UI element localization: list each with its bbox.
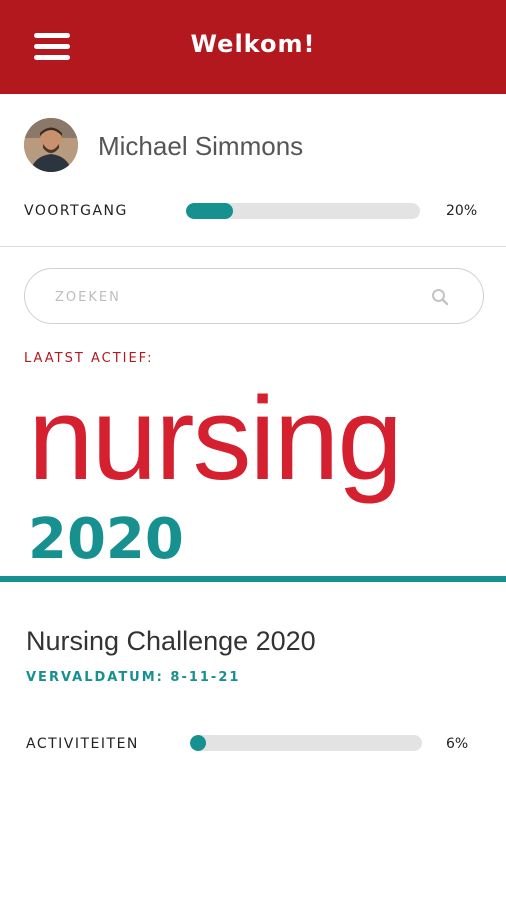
avatar[interactable] xyxy=(24,118,78,172)
user-avatar-image xyxy=(24,118,78,172)
course-logo-text: nursing xyxy=(28,373,403,505)
progress-bar xyxy=(186,203,420,219)
recent-activity-label: LAATST ACTIEF: xyxy=(24,351,154,366)
search-box[interactable] xyxy=(24,268,484,324)
progress-percent: 20% xyxy=(446,203,478,219)
top-bar: Welkom! xyxy=(0,0,506,94)
course-title[interactable]: Nursing Challenge 2020 xyxy=(26,626,316,657)
activities-progress-fill xyxy=(190,735,207,751)
due-date: VERVALDATUM: 8-11-21 xyxy=(26,670,241,685)
activities-progress-bar xyxy=(190,735,422,751)
progress-label: VOORTGANG xyxy=(24,203,128,219)
progress-bar-fill xyxy=(186,203,233,219)
activities-percent: 6% xyxy=(446,736,469,752)
divider xyxy=(0,246,506,247)
user-name: Michael Simmons xyxy=(98,131,304,161)
course-logo-year: 2020 xyxy=(28,507,184,572)
page-title: Welkom! xyxy=(190,30,316,58)
activities-label: ACTIVITEITEN xyxy=(26,736,139,752)
search-input[interactable] xyxy=(55,283,415,311)
banner-underline xyxy=(0,576,506,582)
search-icon[interactable] xyxy=(431,288,449,306)
